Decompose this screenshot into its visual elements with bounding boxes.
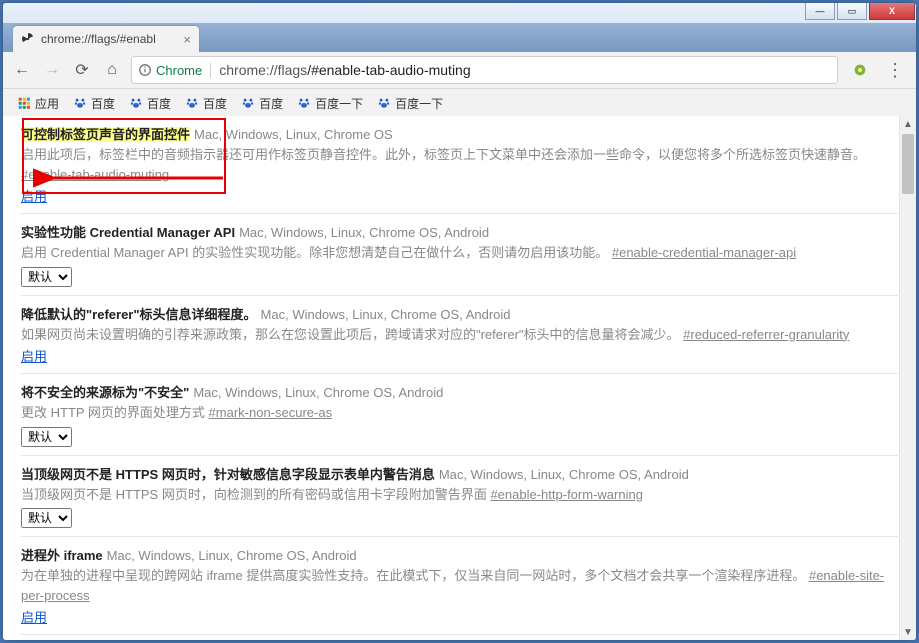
flag-item: 实验性功能 Credential Manager API Mac, Windows… <box>21 214 898 296</box>
flag-item: 降低默认的"referer"标头信息详细程度。 Mac, Windows, Lin… <box>21 296 898 375</box>
url-text: chrome://flags/#enable-tab-audio-muting <box>219 62 470 78</box>
flag-title: 当顶级网页不是 HTTPS 网页时，针对敏感信息字段显示表单内警告消息 <box>21 467 435 482</box>
flag-description: 如果网页尚未设置明确的引荐来源政策，那么在您设置此项后，跨域请求对应的"refe… <box>21 325 898 345</box>
bookmarks-bar: 应用 百度 百度 百度 百度 百度一下 百度一下 <box>3 89 916 118</box>
bookmark-label: 百度 <box>259 95 283 112</box>
scrollbar[interactable]: ▲ ▼ <box>899 116 916 640</box>
bookmark-item[interactable]: 百度一下 <box>291 92 369 115</box>
window-maximize-button[interactable]: ▭ <box>837 3 867 20</box>
flag-hash: #enable-tab-audio-muting <box>21 167 169 182</box>
window-minimize-button[interactable]: — <box>805 3 835 20</box>
tab-title: chrome://flags/#enabl <box>41 32 177 46</box>
menu-button[interactable]: ⋮ <box>886 60 904 81</box>
address-bar[interactable]: Chrome chrome://flags/#enable-tab-audio-… <box>131 56 838 84</box>
bookmark-item[interactable]: 百度 <box>235 92 289 115</box>
tab-close-icon[interactable]: × <box>183 32 191 47</box>
flag-select[interactable]: 默认 <box>21 508 72 528</box>
bookmark-item[interactable]: 百度 <box>67 92 121 115</box>
flag-item: 将不安全的来源标为"不安全" Mac, Windows, Linux, Chrom… <box>21 374 898 456</box>
bookmark-item[interactable]: 百度一下 <box>371 92 449 115</box>
flag-platforms: Mac, Windows, Linux, Chrome OS, Android <box>239 225 489 240</box>
flag-description: 当顶级网页不是 HTTPS 网页时，向检测到的所有密码或信用卡字段附加警告界面 … <box>21 485 898 505</box>
bookmark-label: 百度 <box>203 95 227 112</box>
site-chip: Chrome <box>138 63 211 78</box>
flag-enable-link[interactable]: 启用 <box>21 610 47 625</box>
tab-strip: chrome://flags/#enabl × <box>3 23 916 52</box>
scroll-down-icon[interactable]: ▼ <box>900 624 916 640</box>
flag-title: 可控制标签页声音的界面控件 <box>21 127 190 142</box>
flag-hash: #enable-credential-manager-api <box>612 245 796 260</box>
radiation-icon <box>21 32 35 46</box>
bookmark-label: 应用 <box>35 95 59 112</box>
home-button[interactable]: ⌂ <box>101 61 123 79</box>
flag-hash: #reduced-referrer-granularity <box>683 327 849 342</box>
bookmark-item[interactable]: 应用 <box>11 92 65 115</box>
bookmark-item[interactable]: 百度 <box>123 92 177 115</box>
flag-item: 进程外 iframe Mac, Windows, Linux, Chrome OS… <box>21 537 898 635</box>
window-titlebar: — ▭ X <box>3 3 916 23</box>
flag-enable-link[interactable]: 启用 <box>21 189 47 204</box>
scroll-thumb[interactable] <box>902 134 914 194</box>
flag-title: 实验性功能 Credential Manager API <box>21 225 235 240</box>
bookmark-item[interactable]: 百度 <box>179 92 233 115</box>
flag-enable-link[interactable]: 启用 <box>21 349 47 364</box>
flag-platforms: Mac, Windows, Linux, Chrome OS, Android <box>439 467 689 482</box>
flag-item: 隔离顶层文档Mac, Windows, Linux, Chrome OS, An… <box>21 635 898 640</box>
toolbar: ← → ⟳ ⌂ Chrome chrome://flags/#enable-ta… <box>3 52 916 89</box>
flag-title: 降低默认的"referer"标头信息详细程度。 <box>21 307 257 322</box>
flag-platforms: Mac, Windows, Linux, Chrome OS, Android <box>107 548 357 563</box>
extension-icon[interactable] <box>852 62 868 78</box>
bookmark-label: 百度一下 <box>315 95 363 112</box>
flag-item: 当顶级网页不是 HTTPS 网页时，针对敏感信息字段显示表单内警告消息 Mac, … <box>21 456 898 538</box>
flag-item: 可控制标签页声音的界面控件 Mac, Windows, Linux, Chrome… <box>21 116 898 214</box>
page-content: 可控制标签页声音的界面控件 Mac, Windows, Linux, Chrome… <box>3 116 916 640</box>
bookmark-label: 百度 <box>147 95 171 112</box>
flag-description: 启用 Credential Manager API 的实验性实现功能。除非您想清… <box>21 243 898 263</box>
flag-title: 进程外 iframe <box>21 548 103 563</box>
flag-platforms: Mac, Windows, Linux, Chrome OS <box>194 127 393 142</box>
flag-hash: #enable-site-per-process <box>21 568 884 603</box>
flag-platforms: Mac, Windows, Linux, Chrome OS, Android <box>261 307 511 322</box>
flag-select[interactable]: 默认 <box>21 427 72 447</box>
bookmark-label: 百度 <box>91 95 115 112</box>
flag-hash: #enable-http-form-warning <box>490 487 642 502</box>
flag-title: 将不安全的来源标为"不安全" <box>21 385 189 400</box>
flag-description: 为在单独的进程中呈现的跨网站 iframe 提供高度实验性支持。在此模式下，仅当… <box>21 566 898 605</box>
flag-select[interactable]: 默认 <box>21 267 72 287</box>
back-button[interactable]: ← <box>11 61 33 79</box>
flag-hash: #mark-non-secure-as <box>209 405 333 420</box>
scroll-up-icon[interactable]: ▲ <box>900 116 916 132</box>
flag-description: 启用此项后，标签栏中的音频指示器还可用作标签页静音控件。此外，标签页上下文菜单中… <box>21 145 898 184</box>
browser-tab[interactable]: chrome://flags/#enabl × <box>13 26 199 52</box>
forward-button: → <box>41 61 63 79</box>
flag-platforms: Mac, Windows, Linux, Chrome OS, Android <box>193 385 443 400</box>
info-icon <box>138 63 152 77</box>
reload-button[interactable]: ⟳ <box>71 60 93 80</box>
window-close-button[interactable]: X <box>869 3 915 20</box>
bookmark-label: 百度一下 <box>395 95 443 112</box>
flag-description: 更改 HTTP 网页的界面处理方式 #mark-non-secure-as <box>21 403 898 423</box>
